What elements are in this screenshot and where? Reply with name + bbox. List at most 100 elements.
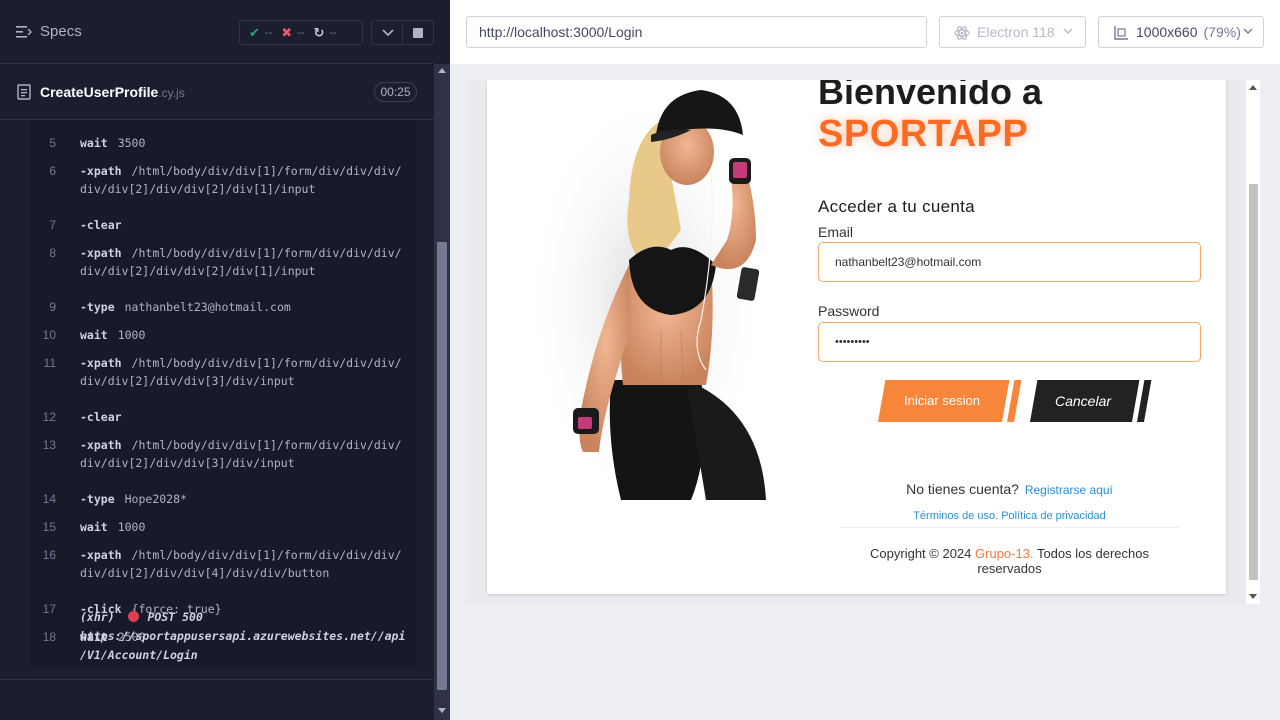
login-title: Acceder a tu cuenta: [818, 197, 975, 216]
specs-bar: Specs ✔ -- ✖ -- ↻ --: [0, 0, 434, 64]
browser-label: Electron 118: [977, 24, 1055, 40]
command-row[interactable]: 7 -clear: [30, 218, 417, 236]
command-message: nathanbelt23@hotmail.com: [124, 300, 291, 314]
options-dropdown-button[interactable]: [371, 20, 403, 45]
cancel-button-label: Cancelar: [1054, 393, 1112, 409]
command-row[interactable]: 14 -type Hope2028*: [30, 492, 417, 510]
xhr-method-status: POST 500: [147, 610, 203, 624]
signup-prompt: No tienes cuenta? Registrarse aquí: [840, 481, 1179, 497]
command-number: 7: [49, 218, 56, 232]
command-name-text: -xpath: [80, 356, 122, 370]
spec-filename[interactable]: CreateUserProfile.cy.js: [40, 84, 185, 100]
scrollbar-thumb[interactable]: [437, 242, 447, 690]
command-name: -xpath/html/body/div/div[1]/form/div/div…: [80, 164, 402, 178]
reporter-scrollbar[interactable]: [434, 64, 450, 720]
command-number: 15: [42, 520, 56, 534]
xhr-header: (xhr) POST 500: [80, 608, 405, 627]
welcome-heading: Bienvenido a: [818, 80, 1043, 112]
viewport-selector[interactable]: 1000x660 (79%): [1098, 16, 1264, 48]
command-name: -xpath/html/body/div/div[1]/form/div/div…: [80, 246, 402, 260]
command-row[interactable]: 15 wait 1000: [30, 520, 417, 538]
command-name: -xpath/html/body/div/div[1]/form/div/div…: [80, 438, 402, 452]
command-name: -xpath/html/body/div/div[1]/form/div/div…: [80, 356, 402, 370]
command-number: 9: [49, 300, 56, 314]
aut-panel: http://localhost:3000/Login Electron 118…: [450, 0, 1280, 720]
scroll-down-icon[interactable]: [1249, 594, 1257, 599]
email-field[interactable]: nathanbelt23@hotmail.com: [818, 242, 1201, 282]
command-name-text: wait: [80, 520, 108, 534]
command-name-text: -type: [80, 300, 115, 314]
url-bar[interactable]: http://localhost:3000/Login: [466, 16, 927, 48]
login-button-label: Iniciar sesion: [904, 393, 980, 408]
aut-scrollbar[interactable]: [1246, 80, 1260, 604]
command-name-text: -clear: [80, 218, 122, 232]
divider: [0, 679, 434, 680]
command-number: 13: [42, 438, 56, 452]
command-row[interactable]: 6 -xpath/html/body/div/div[1]/form/div/di…: [30, 164, 417, 202]
ruler-icon: [1114, 26, 1128, 40]
cypress-reporter: Specs ✔ -- ✖ -- ↻ -- CreateUserProfile.c…: [0, 0, 450, 720]
spinner-icon: ↻: [313, 24, 325, 40]
command-message-cont: div/div[2]/div/div[2]/div[1]/input: [80, 264, 316, 278]
terms-link[interactable]: Términos de uso. Política de privacidad: [840, 510, 1179, 522]
no-account-text: No tienes cuenta?: [906, 481, 1019, 497]
command-number: 17: [42, 602, 56, 616]
scroll-down-icon[interactable]: [438, 708, 446, 713]
chevron-down-icon: [1063, 28, 1073, 34]
spec-duration: 00:25: [374, 82, 417, 102]
command-row[interactable]: 16 -xpath/html/body/div/div[1]/form/div/d…: [30, 548, 417, 586]
register-link[interactable]: Registrarse aquí: [1025, 483, 1113, 497]
fitness-hero-image: [526, 90, 766, 500]
specs-label[interactable]: Specs: [40, 23, 82, 40]
command-name: -type Hope2028*: [80, 492, 187, 506]
copyright-prefix: Copyright © 2024: [870, 546, 972, 561]
brand-title: SPORTAPP: [818, 113, 1029, 155]
command-row[interactable]: 13 -xpath/html/body/div/div[1]/form/div/d…: [30, 438, 417, 476]
pending-stat: ↻ --: [313, 25, 336, 41]
spec-ext: .cy.js: [158, 86, 185, 100]
command-number: 5: [49, 136, 56, 150]
command-row[interactable]: 9 -type nathanbelt23@hotmail.com: [30, 300, 417, 318]
passed-stat: ✔ --: [249, 25, 272, 41]
command-message: 1000: [117, 520, 146, 534]
failed-count: --: [297, 26, 305, 39]
command-row[interactable]: 11 -xpath/html/body/div/div[1]/form/div/d…: [30, 356, 417, 394]
xhr-label: (xhr): [80, 610, 115, 624]
command-name-text: -xpath: [80, 438, 122, 452]
command-name-text: -xpath: [80, 164, 122, 178]
command-name: -clear: [80, 410, 132, 424]
command-name-text: wait: [80, 328, 108, 342]
browser-selector[interactable]: Electron 118: [939, 16, 1086, 48]
command-number: 16: [42, 548, 56, 562]
login-card: Bienvenido a SPORTAPP Acceder a tu cuent…: [487, 80, 1226, 594]
command-message-cont: div/div[2]/div/div[2]/div[1]/input: [80, 182, 316, 196]
login-button[interactable]: Iniciar sesion: [878, 380, 1022, 422]
x-icon: ✖: [281, 24, 293, 40]
command-message: 1000: [117, 328, 146, 342]
command-message: /html/body/div/div[1]/form/div/div/div/: [131, 246, 402, 260]
command-message-cont: div/div[2]/div/div[4]/div/div/button: [80, 566, 330, 580]
menu-icon[interactable]: [16, 25, 32, 39]
error-status-dot: [127, 611, 139, 622]
command-number: 12: [42, 410, 56, 424]
divider: [840, 527, 1179, 528]
stop-button[interactable]: [403, 20, 434, 45]
xhr-entry[interactable]: (xhr) POST 500 https://sportappusersapi.…: [80, 608, 405, 665]
scroll-up-icon[interactable]: [1249, 85, 1257, 90]
command-row[interactable]: 10 wait 1000: [30, 328, 417, 346]
command-row[interactable]: 5 wait 3500: [30, 136, 417, 154]
command-row[interactable]: 12 -clear: [30, 410, 417, 428]
document-icon: [17, 84, 31, 100]
test-stats: ✔ -- ✖ -- ↻ --: [239, 20, 363, 45]
viewport-label: 1000x660 (79%): [1136, 17, 1241, 47]
command-number: 11: [43, 356, 56, 370]
scrollbar-thumb[interactable]: [1249, 184, 1258, 580]
command-number: 18: [42, 630, 56, 644]
password-field[interactable]: •••••••••: [818, 322, 1201, 362]
scroll-up-icon[interactable]: [438, 68, 446, 73]
failed-stat: ✖ --: [281, 25, 304, 41]
spec-name: CreateUserProfile: [40, 84, 159, 100]
cancel-button[interactable]: Cancelar: [1030, 380, 1152, 422]
command-message: /html/body/div/div[1]/form/div/div/div/: [131, 438, 402, 452]
command-row[interactable]: 8 -xpath/html/body/div/div[1]/form/div/di…: [30, 246, 417, 284]
